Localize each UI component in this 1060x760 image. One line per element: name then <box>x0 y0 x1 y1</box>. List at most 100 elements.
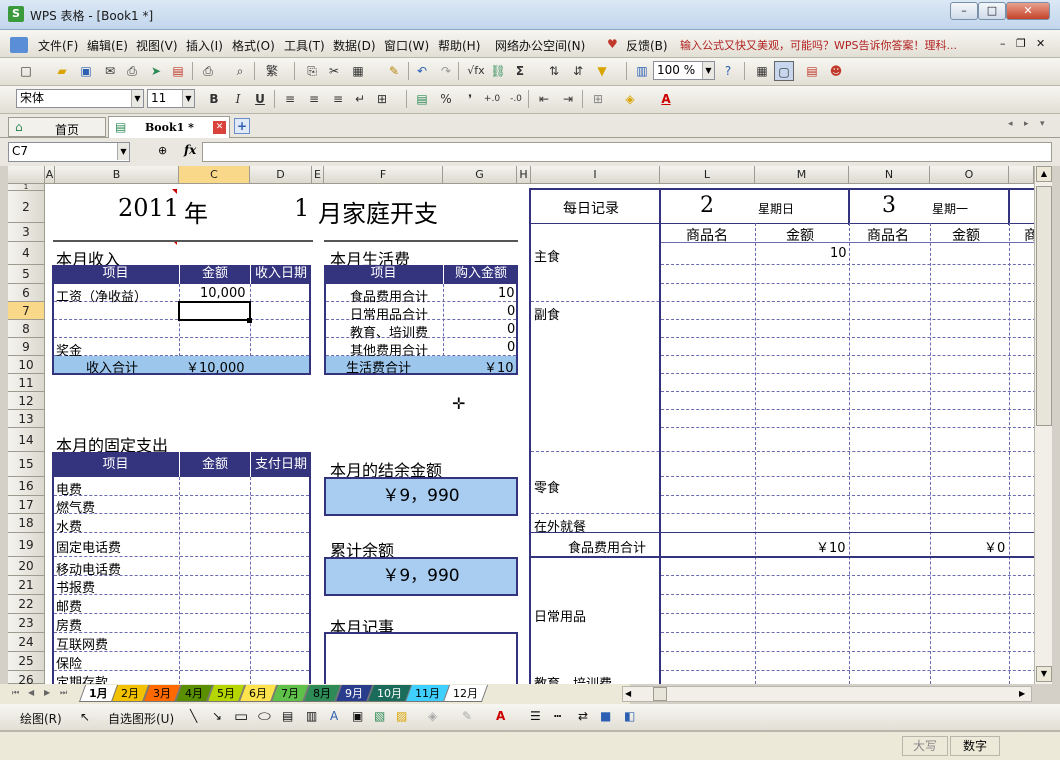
menu-view[interactable]: 视图(V) <box>136 37 178 54</box>
row-header[interactable]: 17 <box>8 496 45 514</box>
autosum-icon[interactable]: Σ <box>510 61 530 81</box>
column-header-i[interactable]: I <box>531 166 660 184</box>
close-button[interactable]: ✕ <box>1006 2 1050 20</box>
gridline-toggle-icon[interactable]: ▢ <box>774 61 794 81</box>
column-header-f[interactable]: F <box>324 166 443 184</box>
row-header[interactable]: 10 <box>8 356 45 374</box>
paste-icon[interactable]: ▦ <box>348 61 368 81</box>
draw-font-color-icon[interactable]: A <box>496 709 505 723</box>
row-header[interactable]: 8 <box>8 320 45 338</box>
textbox-tool-icon[interactable]: ▤ <box>282 709 293 723</box>
vertical-scrollbar[interactable]: ▲ ▼ <box>1034 166 1052 684</box>
notes-box[interactable] <box>324 632 518 684</box>
cut-icon[interactable]: ✂ <box>324 61 344 81</box>
close-tab-icon[interactable]: ✕ <box>213 121 226 134</box>
print-icon[interactable]: ⎙ <box>198 61 218 81</box>
row-header[interactable]: 11 <box>8 374 45 392</box>
font-size-select[interactable]: 11 ▼ <box>147 89 195 108</box>
filter-icon[interactable]: ▼ <box>592 61 612 81</box>
underline-button[interactable]: U <box>250 89 270 109</box>
row-header[interactable]: 13 <box>8 410 45 428</box>
currency-format-icon[interactable]: ▤ <box>412 89 432 109</box>
export-icon[interactable]: ➤ <box>146 61 166 81</box>
print-settings-icon[interactable]: ⎙ <box>122 61 142 81</box>
minimize-button[interactable]: – <box>950 2 978 20</box>
shape-fill-icon[interactable]: ◈ <box>428 709 437 723</box>
increase-decimal-icon[interactable]: +.0 <box>482 89 502 109</box>
percent-button[interactable]: % <box>436 89 456 109</box>
doc-restore-button[interactable]: ❐ <box>1016 37 1026 50</box>
column-header-d[interactable]: D <box>250 166 312 184</box>
row-header[interactable]: 12 <box>8 392 45 410</box>
sheet-tab-dec[interactable]: 12月 <box>442 685 489 702</box>
thousands-separator-icon[interactable]: ❜ <box>460 89 480 109</box>
select-all-corner[interactable] <box>8 166 45 184</box>
vertical-textbox-icon[interactable]: ▥ <box>306 709 317 723</box>
menu-tools[interactable]: 工具(T) <box>284 37 325 54</box>
fill-handle[interactable] <box>247 318 252 323</box>
menu-data[interactable]: 数据(D) <box>333 37 376 54</box>
menu-file[interactable]: 文件(F) <box>38 37 78 54</box>
vertical-scroll-thumb[interactable] <box>1036 186 1052 426</box>
column-header-e[interactable]: E <box>312 166 324 184</box>
row-header[interactable]: 9 <box>8 338 45 356</box>
scroll-right-icon[interactable]: ▶ <box>1019 687 1025 701</box>
draw-menu-button[interactable]: 绘图(R) <box>20 710 62 727</box>
sort-ascending-icon[interactable]: ⇅ <box>544 61 564 81</box>
chart-icon[interactable]: ▥ <box>632 61 652 81</box>
merge-center-icon[interactable]: ⊞ <box>372 89 392 109</box>
help-icon[interactable]: ? <box>718 61 738 81</box>
row-header[interactable]: 7 <box>8 302 45 320</box>
align-right-icon[interactable]: ≡ <box>328 89 348 109</box>
insert-picture-icon[interactable]: ▧ <box>374 709 385 723</box>
row-header[interactable]: 23 <box>8 614 45 633</box>
row-header[interactable]: 18 <box>8 514 45 533</box>
line-tool-icon[interactable]: ╲ <box>190 709 197 723</box>
doc-close-button[interactable]: ✕ <box>1036 37 1045 50</box>
horizontal-scrollbar[interactable]: ◀ ▶ <box>622 686 1032 702</box>
increase-indent-icon[interactable]: ⇥ <box>558 89 578 109</box>
next-sheet-icon[interactable]: ▶ <box>44 688 50 697</box>
scroll-left-icon[interactable]: ◀ <box>625 687 631 701</box>
shadow-style-icon[interactable]: ■ <box>600 709 611 723</box>
print-preview-icon[interactable]: ⌕ <box>230 61 250 81</box>
wordart-icon[interactable]: A <box>330 709 338 723</box>
select-pointer-icon[interactable]: ↖ <box>80 710 90 724</box>
menu-help[interactable]: 帮助(H) <box>438 37 480 54</box>
tab-list-icon[interactable]: ▾ <box>1040 119 1045 129</box>
dash-style-icon[interactable]: ┅ <box>554 709 561 723</box>
tab-book1[interactable]: ▤ Book1 * ✕ <box>108 116 230 138</box>
copy-icon[interactable]: ⎘ <box>302 61 322 81</box>
income-wage-value[interactable]: 10,000 <box>200 286 246 301</box>
pdf-icon[interactable]: ▤ <box>168 61 188 81</box>
scroll-up-icon[interactable]: ▲ <box>1036 166 1052 182</box>
daily-staple-amount[interactable]: 10 <box>830 246 847 261</box>
save-icon[interactable]: ▣ <box>76 61 96 81</box>
row-header[interactable]: 6 <box>8 284 45 302</box>
undo-icon[interactable]: ↶ <box>412 61 432 81</box>
row-header[interactable]: 16 <box>8 477 45 496</box>
new-tab-icon[interactable]: + <box>234 118 250 134</box>
column-header-partial[interactable] <box>1009 166 1034 184</box>
column-header-b[interactable]: B <box>55 166 179 184</box>
tab-scroll-right-icon[interactable]: ▸ <box>1024 119 1029 129</box>
wrap-text-icon[interactable]: ↵ <box>350 89 370 109</box>
row-header[interactable]: 24 <box>8 633 45 652</box>
column-header-n[interactable]: N <box>849 166 930 184</box>
zoom-lens-icon[interactable]: ⊕ <box>158 144 167 157</box>
arrow-style-icon[interactable]: ⇄ <box>578 709 588 723</box>
first-sheet-icon[interactable]: ⏮ <box>12 688 19 698</box>
open-folder-icon[interactable]: ▰ <box>52 61 72 81</box>
align-center-icon[interactable]: ≡ <box>304 89 324 109</box>
formula-input[interactable] <box>202 142 1052 162</box>
column-header-c[interactable]: C <box>179 166 250 184</box>
email-icon[interactable]: ✉ <box>100 61 120 81</box>
ellipse-tool-icon[interactable]: ⬭ <box>258 707 271 725</box>
column-header-m[interactable]: M <box>755 166 849 184</box>
bold-button[interactable]: B <box>204 89 224 109</box>
menu-feedback[interactable]: 反馈(B) <box>626 37 668 54</box>
tab-scroll-left-icon[interactable]: ◂ <box>1008 119 1013 129</box>
row-header[interactable]: 4 <box>8 242 45 265</box>
clipart-icon[interactable]: ▨ <box>396 709 407 723</box>
sort-descending-icon[interactable]: ⇵ <box>568 61 588 81</box>
